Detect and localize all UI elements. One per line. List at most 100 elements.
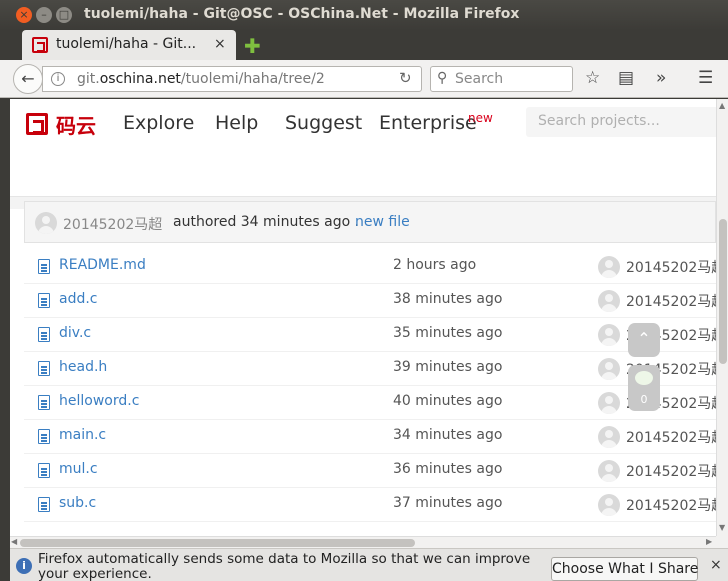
avatar[interactable]	[598, 358, 620, 380]
back-button[interactable]: ←	[13, 64, 43, 94]
table-row: mul.c 36 minutes ago 20145202马超	[24, 454, 716, 488]
file-author[interactable]: 20145202马超	[626, 495, 716, 515]
overflow-chevron-icon[interactable]: »	[656, 68, 666, 88]
page-viewport: 码云 Explore Help Suggest Enterprise new S…	[10, 99, 716, 536]
file-icon	[38, 293, 50, 308]
data-sharing-notification: i Firefox automatically sends some data …	[10, 548, 728, 581]
file-time: 36 minutes ago	[393, 461, 503, 477]
browser-search-input[interactable]: ⚲ Search	[430, 66, 573, 92]
file-name-link[interactable]: add.c	[59, 291, 98, 307]
file-name-link[interactable]: main.c	[59, 427, 106, 443]
nav-help[interactable]: Help	[215, 112, 258, 134]
scroll-down-arrow-icon[interactable]: ▼	[719, 523, 725, 532]
new-tab-button[interactable]: ✚	[244, 34, 261, 58]
file-name-link[interactable]: README.md	[59, 257, 146, 273]
site-logo-text[interactable]: 码云	[56, 110, 96, 139]
nav-enterprise[interactable]: Enterprise	[379, 112, 477, 134]
horizontal-scroll-thumb[interactable]	[20, 539, 415, 547]
avatar[interactable]	[598, 290, 620, 312]
file-name-link[interactable]: head.h	[59, 359, 107, 375]
commit-link[interactable]: new file	[355, 214, 410, 230]
table-row: head.h 39 minutes ago 20145202马超	[24, 352, 716, 386]
file-author[interactable]: 20145202马超	[626, 461, 716, 481]
avatar[interactable]	[598, 460, 620, 482]
file-time: 40 minutes ago	[393, 393, 503, 409]
table-row: main.c 34 minutes ago 20145202马超	[24, 420, 716, 454]
reading-list-icon[interactable]: ▤	[618, 68, 634, 88]
avatar[interactable]	[35, 212, 57, 234]
file-name-link[interactable]: helloword.c	[59, 393, 139, 409]
comment-count: 0	[640, 393, 648, 406]
bookmark-star-icon[interactable]: ☆	[585, 68, 600, 88]
navigation-toolbar: ← i git.oschina.net/tuolemi/haha/tree/2 …	[0, 60, 728, 98]
avatar[interactable]	[598, 494, 620, 516]
comment-button[interactable]: 0	[628, 365, 660, 411]
notification-close-icon[interactable]: ×	[710, 557, 722, 573]
avatar[interactable]	[598, 324, 620, 346]
horizontal-scrollbar[interactable]: ◀ ▶	[10, 536, 716, 548]
file-icon	[38, 395, 50, 410]
window-maximize-button[interactable]: □	[56, 7, 72, 23]
vertical-scroll-thumb[interactable]	[719, 219, 727, 364]
file-name-link[interactable]: div.c	[59, 325, 91, 341]
commit-author[interactable]: 20145202马超	[63, 214, 162, 234]
file-author[interactable]: 20145202马超	[626, 291, 716, 311]
file-time: 39 minutes ago	[393, 359, 503, 375]
file-author[interactable]: 20145202马超	[626, 427, 716, 447]
table-row: div.c 35 minutes ago 20145202马超	[24, 318, 716, 352]
url-domain: oschina.net	[99, 71, 181, 87]
new-badge: new	[468, 111, 493, 125]
scroll-left-arrow-icon[interactable]: ◀	[11, 537, 17, 546]
file-icon	[38, 327, 50, 342]
scroll-right-arrow-icon[interactable]: ▶	[706, 537, 712, 546]
commit-meta: authored 34 minutes ago .	[173, 214, 360, 230]
file-name-link[interactable]: sub.c	[59, 495, 96, 511]
nav-suggest[interactable]: Suggest	[285, 112, 362, 134]
window-left-edge	[0, 99, 10, 549]
file-author[interactable]: 20145202马超	[626, 257, 716, 277]
file-icon	[38, 361, 50, 376]
hamburger-menu-icon[interactable]: ☰	[698, 68, 713, 88]
tab-active[interactable]: tuolemi/haha - Git... ×	[22, 30, 236, 60]
info-icon: i	[16, 558, 32, 574]
table-row: add.c 38 minutes ago 20145202马超	[24, 284, 716, 318]
avatar[interactable]	[598, 426, 620, 448]
project-search-placeholder: Search projects...	[538, 113, 660, 129]
avatar[interactable]	[598, 392, 620, 414]
tab-close-icon[interactable]: ×	[214, 36, 226, 52]
tab-strip: tuolemi/haha - Git... × ✚	[0, 30, 728, 60]
tab-title: tuolemi/haha - Git...	[56, 36, 197, 52]
favicon-icon	[32, 37, 48, 53]
window-close-button[interactable]: ×	[16, 7, 32, 23]
scroll-up-arrow-icon[interactable]: ▲	[719, 101, 725, 110]
file-icon	[38, 463, 50, 478]
url-path: /tuolemi/haha/tree/2	[180, 71, 325, 87]
nav-explore[interactable]: Explore	[123, 112, 194, 134]
table-row: helloword.c 40 minutes ago 20145202马超	[24, 386, 716, 420]
project-search-input[interactable]: Search projects...	[526, 107, 716, 137]
avatar[interactable]	[598, 256, 620, 278]
window-titlebar: × – □ tuolemi/haha - Git@OSC - OSChina.N…	[0, 0, 728, 30]
file-time: 38 minutes ago	[393, 291, 503, 307]
file-time: 2 hours ago	[393, 257, 477, 273]
reload-icon[interactable]: ↻	[399, 69, 412, 87]
notification-text: Firefox automatically sends some data to…	[38, 551, 531, 581]
logo-icon[interactable]	[26, 113, 48, 135]
file-name-link[interactable]: mul.c	[59, 461, 98, 477]
file-icon	[38, 429, 50, 444]
table-row: README.md 2 hours ago 20145202马超	[24, 250, 716, 284]
info-icon[interactable]: i	[51, 72, 65, 86]
search-icon: ⚲	[437, 70, 448, 86]
vertical-scrollbar[interactable]: ▲ ▼	[716, 99, 728, 536]
table-row: sub.c 37 minutes ago 20145202马超	[24, 488, 716, 522]
choose-what-i-share-button[interactable]: Choose What I Share	[551, 557, 698, 581]
chevron-up-icon: ⌃	[637, 329, 651, 348]
chat-bubble-icon	[635, 371, 653, 385]
window-minimize-button[interactable]: –	[36, 7, 52, 23]
url-bar[interactable]: i git.oschina.net/tuolemi/haha/tree/2 ↻	[42, 66, 422, 92]
file-time: 35 minutes ago	[393, 325, 503, 341]
scrollbar-corner	[716, 536, 728, 548]
file-icon	[38, 497, 50, 512]
back-to-top-button[interactable]: ⌃	[628, 323, 660, 357]
url-text: git.oschina.net/tuolemi/haha/tree/2	[77, 71, 325, 87]
